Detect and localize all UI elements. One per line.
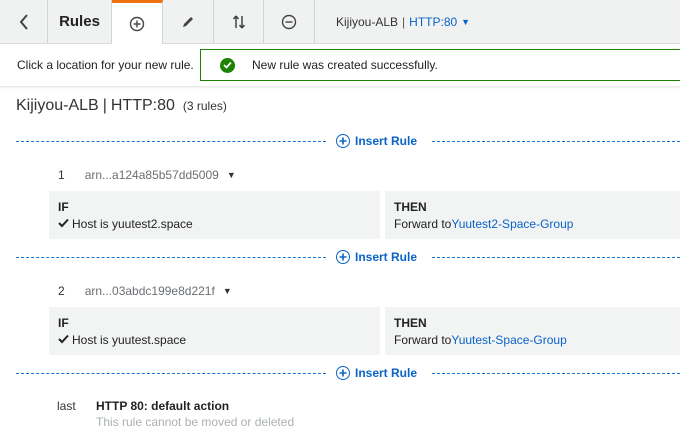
caret-down-icon[interactable]: ▼ xyxy=(227,170,236,180)
listener-separator: | xyxy=(402,14,406,29)
insert-rule-label: Insert Rule xyxy=(355,250,418,264)
insert-slot-2[interactable]: Insert Rule xyxy=(16,250,680,266)
insert-rule-label: Insert Rule xyxy=(355,366,418,380)
rules-title: Rules xyxy=(48,0,112,43)
default-rule-note: This rule cannot be moved or deleted xyxy=(96,415,295,429)
chevron-down-icon: ▼ xyxy=(461,16,471,27)
add-rule-button[interactable] xyxy=(112,0,163,44)
page-title: Kijiyou-ALB | HTTP:80 (3 rules) xyxy=(16,97,227,115)
dashed-divider xyxy=(16,141,326,142)
default-rule-header: last HTTP 80: default action xyxy=(57,399,229,413)
rule-condition: Host is yuutest2.space xyxy=(72,217,193,231)
if-label: IF xyxy=(58,200,69,214)
insert-rule-button[interactable]: Insert Rule xyxy=(336,134,417,148)
insert-rule-label: Insert Rule xyxy=(355,134,418,148)
insert-slot-3[interactable]: Insert Rule xyxy=(16,366,680,382)
action-prefix: Forward to xyxy=(394,217,452,231)
listener-lb-name: Kijiyou-ALB xyxy=(336,14,399,29)
dashed-divider xyxy=(432,373,680,374)
action-prefix: Forward to xyxy=(394,333,452,347)
dashed-divider xyxy=(16,257,326,258)
plus-circle-icon xyxy=(129,16,145,31)
check-icon xyxy=(58,333,69,347)
default-rule-label: last xyxy=(57,399,76,413)
title-lb-name: Kijiyou-ALB xyxy=(16,97,99,114)
target-group-link[interactable]: Yuutest2-Space-Group xyxy=(451,217,573,231)
reorder-rules-button[interactable] xyxy=(214,0,264,43)
insert-rule-button[interactable]: Insert Rule xyxy=(336,366,417,380)
dashed-divider xyxy=(432,257,680,258)
rules-toolbar: Rules Kijiyou-ALB | HTTP:80 ▼ xyxy=(0,0,680,44)
target-group-link[interactable]: Yuutest-Space-Group xyxy=(451,333,566,347)
plus-circle-icon xyxy=(336,134,350,148)
dashed-divider xyxy=(432,141,680,142)
plus-circle-icon xyxy=(336,366,350,380)
rule-2-if[interactable]: IF Host is yuutest.space xyxy=(49,307,380,355)
default-rule-action: HTTP 80: default action xyxy=(96,399,230,413)
rule-2-then[interactable]: THEN Forward to Yuutest-Space-Group xyxy=(385,307,680,355)
rule-arn: arn...a124a85b57dd5009 xyxy=(84,168,219,182)
success-flash: New rule was created successfully. xyxy=(200,49,680,81)
reorder-arrows-icon xyxy=(232,15,245,28)
title-listener: HTTP:80 xyxy=(110,97,175,114)
listener-protocol: HTTP:80 xyxy=(409,14,458,29)
location-hint: Click a location for your new rule. xyxy=(17,58,194,72)
rule-number: 1 xyxy=(58,168,65,182)
listener-selector[interactable]: Kijiyou-ALB | HTTP:80 ▼ xyxy=(315,0,470,43)
chevron-left-icon xyxy=(19,13,28,30)
rule-condition: Host is yuutest.space xyxy=(72,333,187,347)
check-icon xyxy=(58,217,69,231)
back-button[interactable] xyxy=(0,0,48,43)
then-label: THEN xyxy=(394,316,427,330)
success-message: New rule was created successfully. xyxy=(252,58,438,72)
delete-rules-button[interactable] xyxy=(264,0,315,43)
minus-circle-icon xyxy=(281,14,297,29)
rule-1-then[interactable]: THEN Forward to Yuutest2-Space-Group xyxy=(385,191,680,239)
pencil-icon xyxy=(183,16,193,27)
if-label: IF xyxy=(58,316,69,330)
plus-circle-icon xyxy=(336,250,350,264)
insert-slot-1[interactable]: Insert Rule xyxy=(16,134,680,150)
caret-down-icon[interactable]: ▼ xyxy=(223,286,232,296)
rule-1-if[interactable]: IF Host is yuutest2.space xyxy=(49,191,380,239)
rule-number: 2 xyxy=(58,284,65,298)
dashed-divider xyxy=(16,373,326,374)
edit-rules-button[interactable] xyxy=(163,0,214,43)
rule-header-1: 1 arn...a124a85b57dd5009 ▼ xyxy=(58,168,236,182)
rule-count: (3 rules) xyxy=(182,99,227,113)
rule-header-2: 2 arn...03abdc199e8d221f ▼ xyxy=(58,284,232,298)
then-label: THEN xyxy=(394,200,427,214)
title-separator: | xyxy=(102,97,107,114)
header-divider xyxy=(0,86,680,89)
success-check-icon xyxy=(220,57,235,73)
rule-arn: arn...03abdc199e8d221f xyxy=(84,284,215,298)
insert-rule-button[interactable]: Insert Rule xyxy=(336,250,417,264)
